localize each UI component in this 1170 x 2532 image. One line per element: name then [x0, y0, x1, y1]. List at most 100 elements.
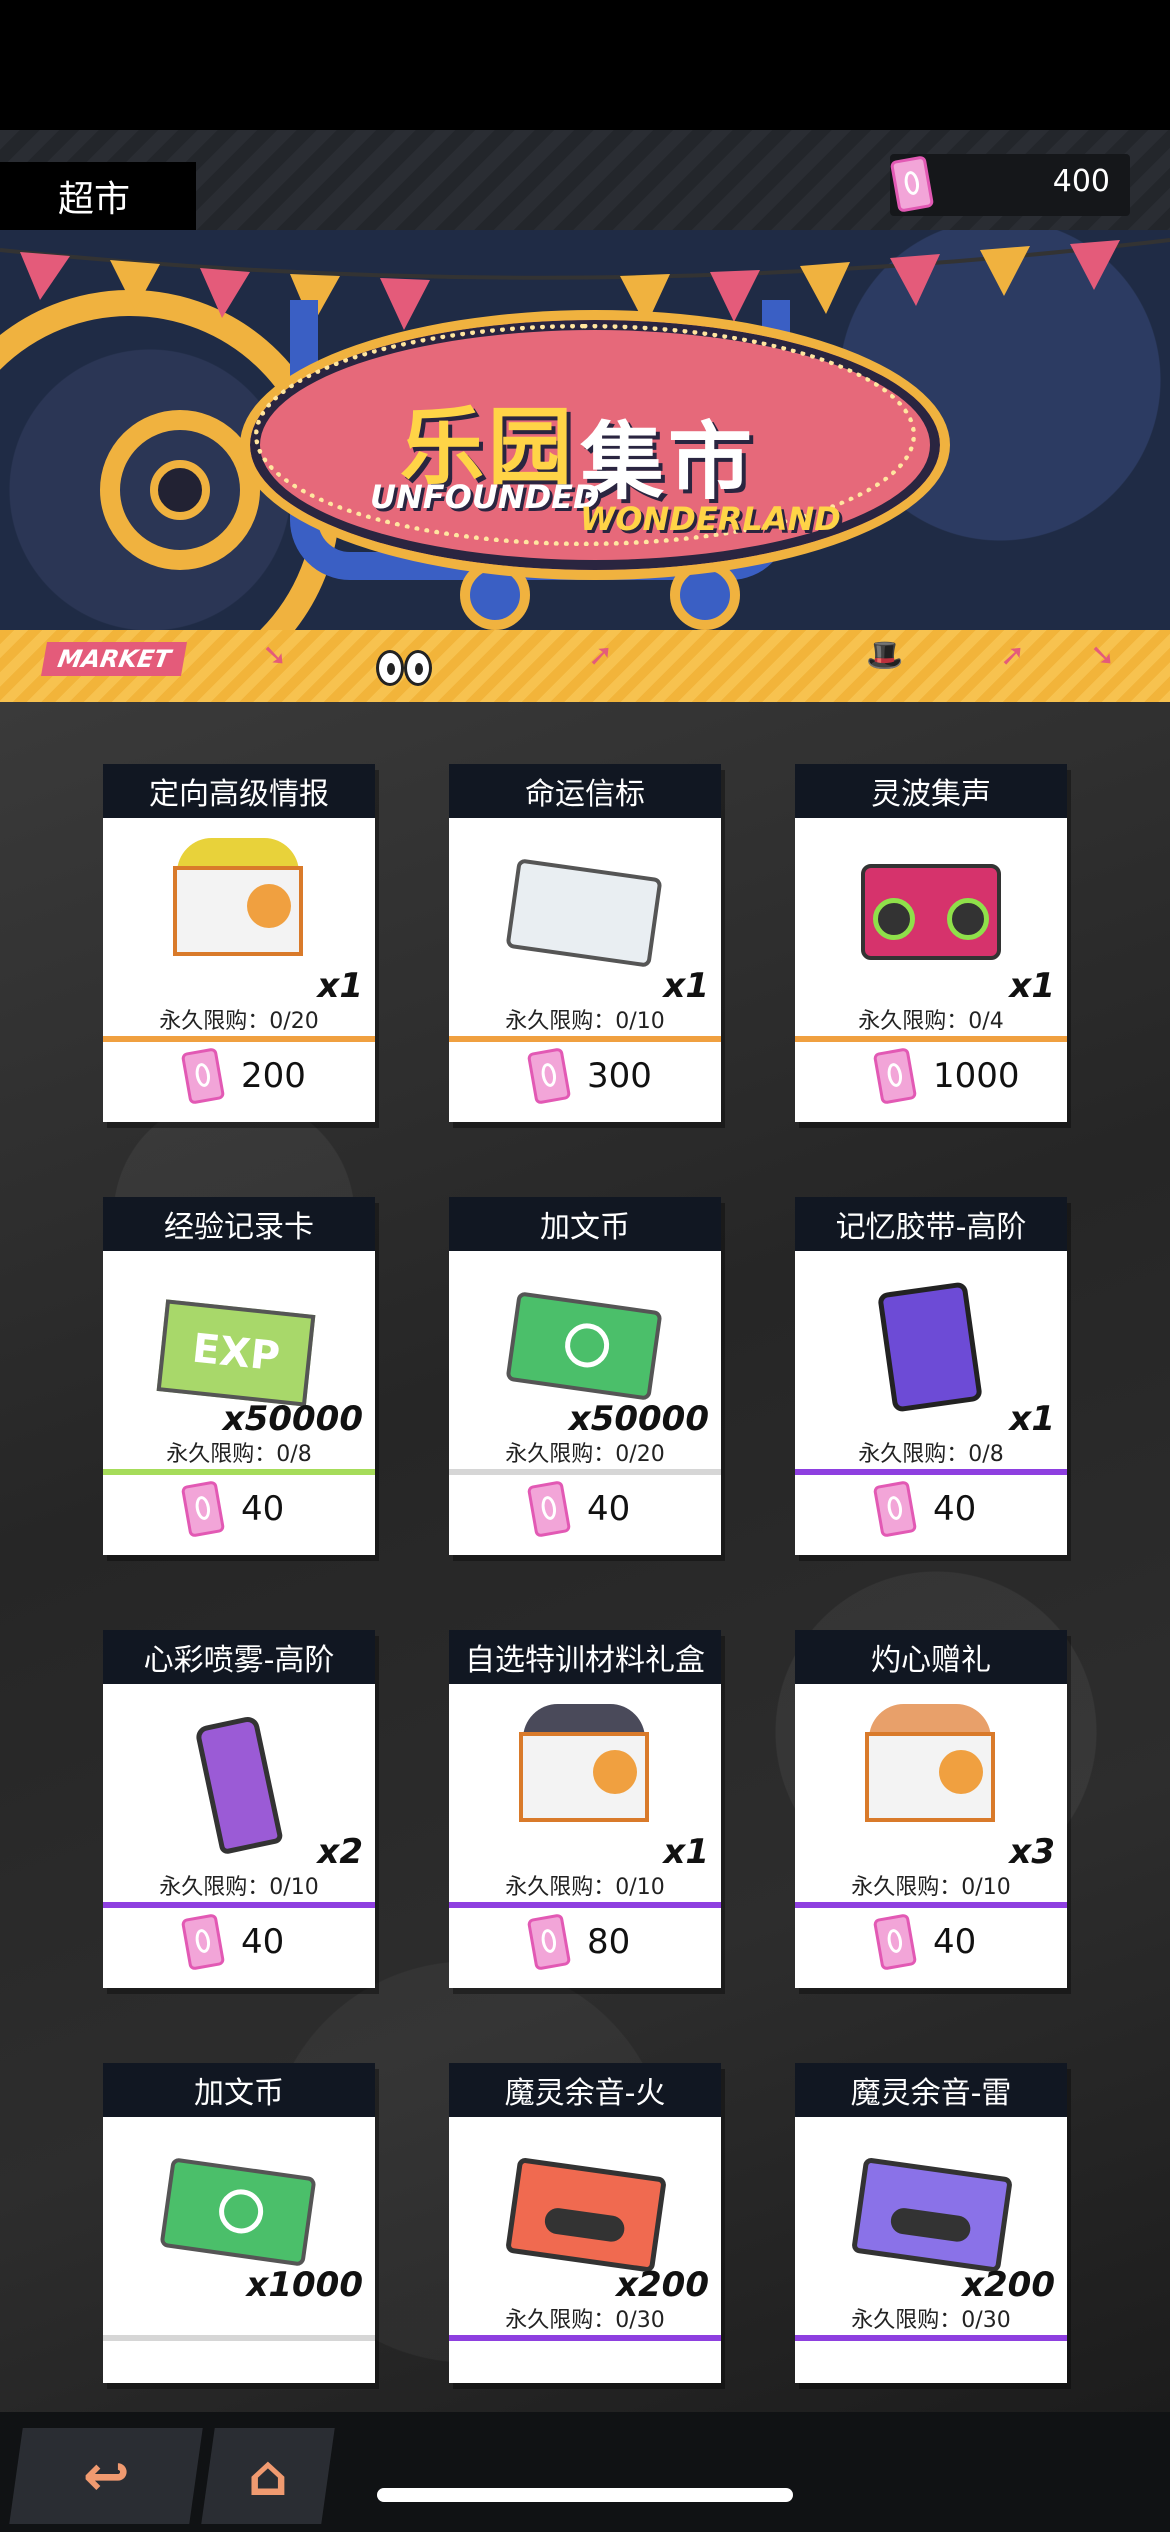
rarity-bar: [103, 2335, 375, 2341]
ticket-icon: [872, 1913, 918, 1971]
item-qty: x1: [663, 1832, 709, 1872]
item-price: 40: [933, 1922, 977, 1962]
crate-icon: [519, 1732, 649, 1822]
item-art: x1: [103, 818, 375, 1008]
item-name: 命运信标: [449, 764, 721, 818]
price-row[interactable]: 1000: [795, 1042, 1067, 1110]
item-name: 记忆胶带-高阶: [795, 1197, 1067, 1251]
item-art: EXP x50000: [103, 1251, 375, 1441]
shop-item-card[interactable]: 加文币 x1000: [103, 2063, 375, 2383]
ticket-icon: [526, 1913, 572, 1971]
price-row[interactable]: 40: [449, 1475, 721, 1543]
banner-subtitle-b: WONDERLAND: [580, 500, 841, 538]
id-card-icon: [505, 858, 663, 968]
item-art: x50000: [449, 1251, 721, 1441]
shop-item-card[interactable]: 定向高级情报 x1 永久限购：0/20 200: [103, 764, 375, 1122]
item-qty: x50000: [222, 1399, 363, 1439]
banner-title-b: 集市: [580, 413, 757, 511]
arrow-icon: ➘: [1090, 638, 1116, 673]
item-art: x200: [795, 2117, 1067, 2307]
back-arrow-icon: ↩: [82, 2443, 130, 2509]
arrow-icon: ➚: [1000, 638, 1026, 673]
item-qty: x3: [1009, 1832, 1055, 1872]
item-name: 经验记录卡: [103, 1197, 375, 1251]
price-row[interactable]: 80: [449, 1908, 721, 1976]
boombox-icon: [861, 864, 1001, 960]
banner-strip: MARKET ➘ ➚ 🎩 ➚ ➘: [0, 630, 1170, 702]
item-art: x1: [795, 1251, 1067, 1441]
page-title: 超市: [0, 162, 196, 230]
purchase-limit: 永久限购：0/10: [505, 1875, 665, 1900]
item-art: x1: [795, 818, 1067, 1008]
item-name: 加文币: [449, 1197, 721, 1251]
price-row[interactable]: 40: [103, 1908, 375, 1976]
price-row[interactable]: 40: [103, 1475, 375, 1543]
price-row[interactable]: 40: [795, 1475, 1067, 1543]
eye-icon: [376, 650, 404, 686]
shop-item-card[interactable]: 魔灵余音-雷 x200 永久限购：0/30: [795, 2063, 1067, 2383]
purchase-limit: 永久限购：0/8: [166, 1442, 312, 1467]
ticket-icon: [180, 1047, 226, 1105]
purchase-limit: 永久限购：0/30: [851, 2308, 1011, 2333]
item-name: 定向高级情报: [103, 764, 375, 818]
item-price: 200: [241, 1056, 306, 1096]
item-price: 40: [241, 1922, 285, 1962]
market-banner: 乐园 集市 UNFOUNDED WONDERLAND: [0, 230, 1170, 630]
item-qty: x1000: [246, 2265, 363, 2305]
shop-item-card[interactable]: 经验记录卡 EXP x50000 永久限购：0/8 40: [103, 1197, 375, 1555]
item-qty: x1: [317, 966, 363, 1006]
home-button[interactable]: ⌂: [201, 2428, 335, 2524]
shop-item-card[interactable]: 魔灵余音-火 x200 永久限购：0/30: [449, 2063, 721, 2383]
purchase-limit: [103, 2307, 375, 2335]
home-indicator[interactable]: [377, 2488, 793, 2502]
exp-card-icon: EXP: [156, 1299, 316, 1407]
ticket-icon: [872, 1047, 918, 1105]
currency-display: 400: [889, 154, 1130, 216]
page-title-label: 超市: [58, 179, 131, 220]
item-qty: x2: [317, 1832, 363, 1872]
purchase-limit: 永久限购：0/10: [505, 1009, 665, 1034]
crate-icon: [865, 1732, 995, 1822]
item-qty: x200: [962, 2265, 1055, 2305]
memory-tape-icon: [877, 1281, 983, 1413]
item-name: 加文币: [103, 2063, 375, 2117]
back-button[interactable]: ↩: [9, 2428, 203, 2524]
shop-item-card[interactable]: 记忆胶带-高阶 x1 永久限购：0/8 40: [795, 1197, 1067, 1555]
shop-item-card[interactable]: 自选特训材料礼盒 x1 永久限购：0/10 80: [449, 1630, 721, 1988]
ticket-icon: [180, 1913, 226, 1971]
item-name: 魔灵余音-雷: [795, 2063, 1067, 2117]
shop-item-card[interactable]: 灼心赠礼 x3 永久限购：0/10 40: [795, 1630, 1067, 1988]
item-qty: x200: [616, 2265, 709, 2305]
home-icon: ⌂: [247, 2443, 289, 2509]
item-price: 1000: [933, 1056, 1020, 1096]
shop-item-card[interactable]: 命运信标 x1 永久限购：0/10 300: [449, 764, 721, 1122]
shop-item-card[interactable]: 心彩喷雾-高阶 x2 永久限购：0/10 40: [103, 1630, 375, 1988]
arrow-icon: ➚: [588, 638, 614, 673]
item-art: x2: [103, 1684, 375, 1874]
item-art: x1: [449, 818, 721, 1008]
crate-icon: [173, 866, 303, 956]
ticket-icon: [872, 1480, 918, 1538]
item-name: 灼心赠礼: [795, 1630, 1067, 1684]
item-art: x1000: [103, 2117, 375, 2307]
item-price: 40: [241, 1489, 285, 1529]
price-row[interactable]: 40: [795, 1908, 1067, 1976]
item-price: 40: [587, 1489, 631, 1529]
ticket-icon: [180, 1480, 226, 1538]
bottom-nav-bar: ↩ ⌂: [0, 2412, 1170, 2532]
rarity-bar: [449, 2335, 721, 2341]
item-name: 心彩喷雾-高阶: [103, 1630, 375, 1684]
ticket-icon: [526, 1480, 572, 1538]
shop-item-card[interactable]: 灵波集声 x1 永久限购：0/4 1000: [795, 764, 1067, 1122]
market-tag: MARKET: [41, 642, 188, 676]
price-row[interactable]: 300: [449, 1042, 721, 1110]
status-bar-area: [0, 0, 1170, 130]
item-price: 300: [587, 1056, 652, 1096]
coin-ticket-icon: [505, 1291, 663, 1401]
price-row[interactable]: 200: [103, 1042, 375, 1110]
item-name: 灵波集声: [795, 764, 1067, 818]
item-qty: x1: [1009, 1399, 1055, 1439]
ticket-icon: [526, 1047, 572, 1105]
item-qty: x1: [663, 966, 709, 1006]
shop-item-card[interactable]: 加文币 x50000 永久限购：0/20 40: [449, 1197, 721, 1555]
